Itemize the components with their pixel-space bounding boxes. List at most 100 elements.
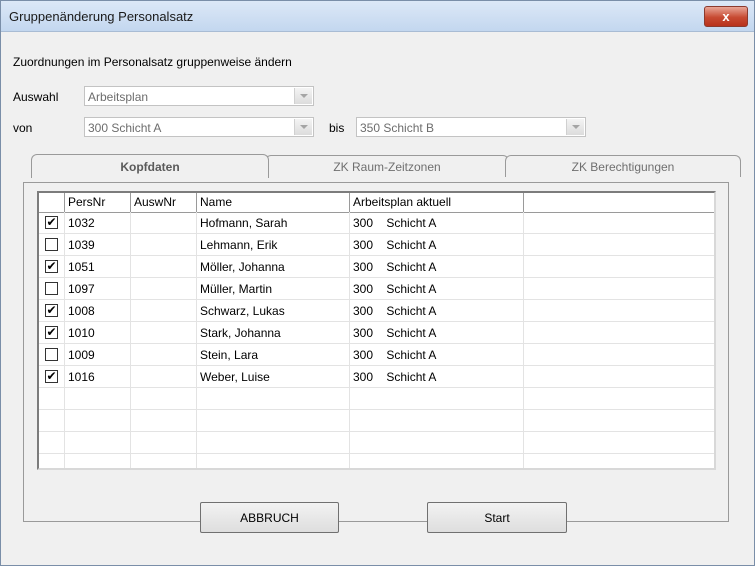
bis-label: bis — [329, 121, 345, 135]
plan-cell: 300 Schicht A — [350, 278, 524, 300]
empty-cell — [524, 212, 714, 234]
plan-cell: 300 Schicht A — [350, 344, 524, 366]
tab-label: ZK Raum-Zeitzonen — [333, 159, 441, 174]
table-row[interactable]: ✔ 1051 Möller, Johanna 300 Schicht A — [39, 256, 714, 278]
empty-cell — [524, 366, 714, 388]
persnr-cell: 1032 — [65, 212, 131, 234]
table-row[interactable]: 1009 Stein, Lara 300 Schicht A — [39, 344, 714, 366]
personal-table[interactable]: PersNr AuswNr Name Arbeitsplan aktuell ✔… — [37, 191, 716, 470]
dialog-subtitle: Zuordnungen im Personalsatz gruppenweise… — [13, 55, 292, 69]
tab-label: Kopfdaten — [120, 159, 180, 174]
table-row[interactable]: ✔ 1010 Stark, Johanna 300 Schicht A — [39, 322, 714, 344]
plan-cell: 300 Schicht A — [350, 256, 524, 278]
chevron-down-icon[interactable] — [294, 119, 312, 135]
von-label: von — [13, 121, 33, 135]
empty-row — [39, 432, 714, 454]
row-check-cell — [39, 344, 65, 366]
auswnr-cell — [131, 234, 197, 256]
plan-cell: 300 Schicht A — [350, 212, 524, 234]
header-name[interactable]: Name — [197, 193, 350, 212]
persnr-cell: 1010 — [65, 322, 131, 344]
auswnr-cell — [131, 278, 197, 300]
persnr-cell: 1008 — [65, 300, 131, 322]
table-row[interactable]: ✔ 1008 Schwarz, Lukas 300 Schicht A — [39, 300, 714, 322]
name-cell: Hofmann, Sarah — [197, 212, 350, 234]
header-check — [39, 193, 65, 212]
empty-cell — [524, 234, 714, 256]
persnr-cell: 1097 — [65, 278, 131, 300]
auswahl-value: Arbeitsplan — [88, 90, 149, 104]
table-row[interactable]: ✔ 1032 Hofmann, Sarah 300 Schicht A — [39, 212, 714, 234]
row-checkbox[interactable]: ✔ — [45, 304, 58, 317]
row-checkbox[interactable]: ✔ — [45, 326, 58, 339]
empty-cell — [524, 256, 714, 278]
empty-cell — [524, 344, 714, 366]
empty-row — [39, 410, 714, 432]
close-button[interactable]: x — [704, 6, 748, 27]
auswnr-cell — [131, 300, 197, 322]
empty-row — [39, 454, 714, 468]
title-bar: Gruppenänderung Personalsatz x — [1, 1, 754, 32]
plan-cell: 300 Schicht A — [350, 300, 524, 322]
plan-cell: 300 Schicht A — [350, 234, 524, 256]
name-cell: Lehmann, Erik — [197, 234, 350, 256]
header-empty — [524, 193, 714, 212]
header-arbeitsplan[interactable]: Arbeitsplan aktuell — [350, 193, 524, 212]
table-header: PersNr AuswNr Name Arbeitsplan aktuell — [39, 193, 714, 213]
bis-combobox[interactable]: 350 Schicht B — [356, 117, 586, 137]
persnr-cell: 1016 — [65, 366, 131, 388]
auswnr-cell — [131, 212, 197, 234]
persnr-cell: 1051 — [65, 256, 131, 278]
close-icon: x — [722, 9, 730, 24]
start-button[interactable]: Start — [427, 502, 567, 533]
chevron-down-icon[interactable] — [294, 88, 312, 104]
row-checkbox[interactable] — [45, 238, 58, 251]
name-cell: Möller, Johanna — [197, 256, 350, 278]
tab-zk-berechtigungen[interactable]: ZK Berechtigungen — [505, 155, 741, 177]
bis-value: 350 Schicht B — [360, 121, 435, 135]
empty-cell — [524, 278, 714, 300]
row-check-cell — [39, 234, 65, 256]
name-cell: Stein, Lara — [197, 344, 350, 366]
table-row[interactable]: 1039 Lehmann, Erik 300 Schicht A — [39, 234, 714, 256]
start-button-label: Start — [484, 510, 510, 525]
chevron-down-icon[interactable] — [566, 119, 584, 135]
von-combobox[interactable]: 300 Schicht A — [84, 117, 314, 137]
window-title: Gruppenänderung Personalsatz — [9, 9, 194, 24]
empty-cell — [524, 322, 714, 344]
table-row[interactable]: 1097 Müller, Martin 300 Schicht A — [39, 278, 714, 300]
name-cell: Weber, Luise — [197, 366, 350, 388]
auswnr-cell — [131, 366, 197, 388]
tab-kopfdaten[interactable]: Kopfdaten — [31, 154, 269, 178]
row-checkbox[interactable]: ✔ — [45, 216, 58, 229]
row-checkbox[interactable] — [45, 348, 58, 361]
empty-cell — [524, 300, 714, 322]
header-persnr[interactable]: PersNr — [65, 193, 131, 212]
row-check-cell: ✔ — [39, 366, 65, 388]
row-check-cell: ✔ — [39, 256, 65, 278]
von-value: 300 Schicht A — [88, 121, 162, 135]
plan-cell: 300 Schicht A — [350, 366, 524, 388]
row-check-cell: ✔ — [39, 322, 65, 344]
tab-zk-raum-zeitzonen[interactable]: ZK Raum-Zeitzonen — [265, 155, 509, 177]
header-auswnr[interactable]: AuswNr — [131, 193, 197, 212]
table-row[interactable]: ✔ 1016 Weber, Luise 300 Schicht A — [39, 366, 714, 388]
row-checkbox[interactable]: ✔ — [45, 260, 58, 273]
empty-row — [39, 388, 714, 410]
auswnr-cell — [131, 256, 197, 278]
auswahl-combobox[interactable]: Arbeitsplan — [84, 86, 314, 106]
name-cell: Schwarz, Lukas — [197, 300, 350, 322]
row-checkbox[interactable]: ✔ — [45, 370, 58, 383]
plan-cell: 300 Schicht A — [350, 322, 524, 344]
row-checkbox[interactable] — [45, 282, 58, 295]
cancel-button-label: ABBRUCH — [240, 510, 299, 525]
auswnr-cell — [131, 344, 197, 366]
cancel-button[interactable]: ABBRUCH — [200, 502, 339, 533]
persnr-cell: 1009 — [65, 344, 131, 366]
name-cell: Stark, Johanna — [197, 322, 350, 344]
row-check-cell — [39, 278, 65, 300]
name-cell: Müller, Martin — [197, 278, 350, 300]
tab-label: ZK Berechtigungen — [571, 159, 675, 174]
auswnr-cell — [131, 322, 197, 344]
persnr-cell: 1039 — [65, 234, 131, 256]
